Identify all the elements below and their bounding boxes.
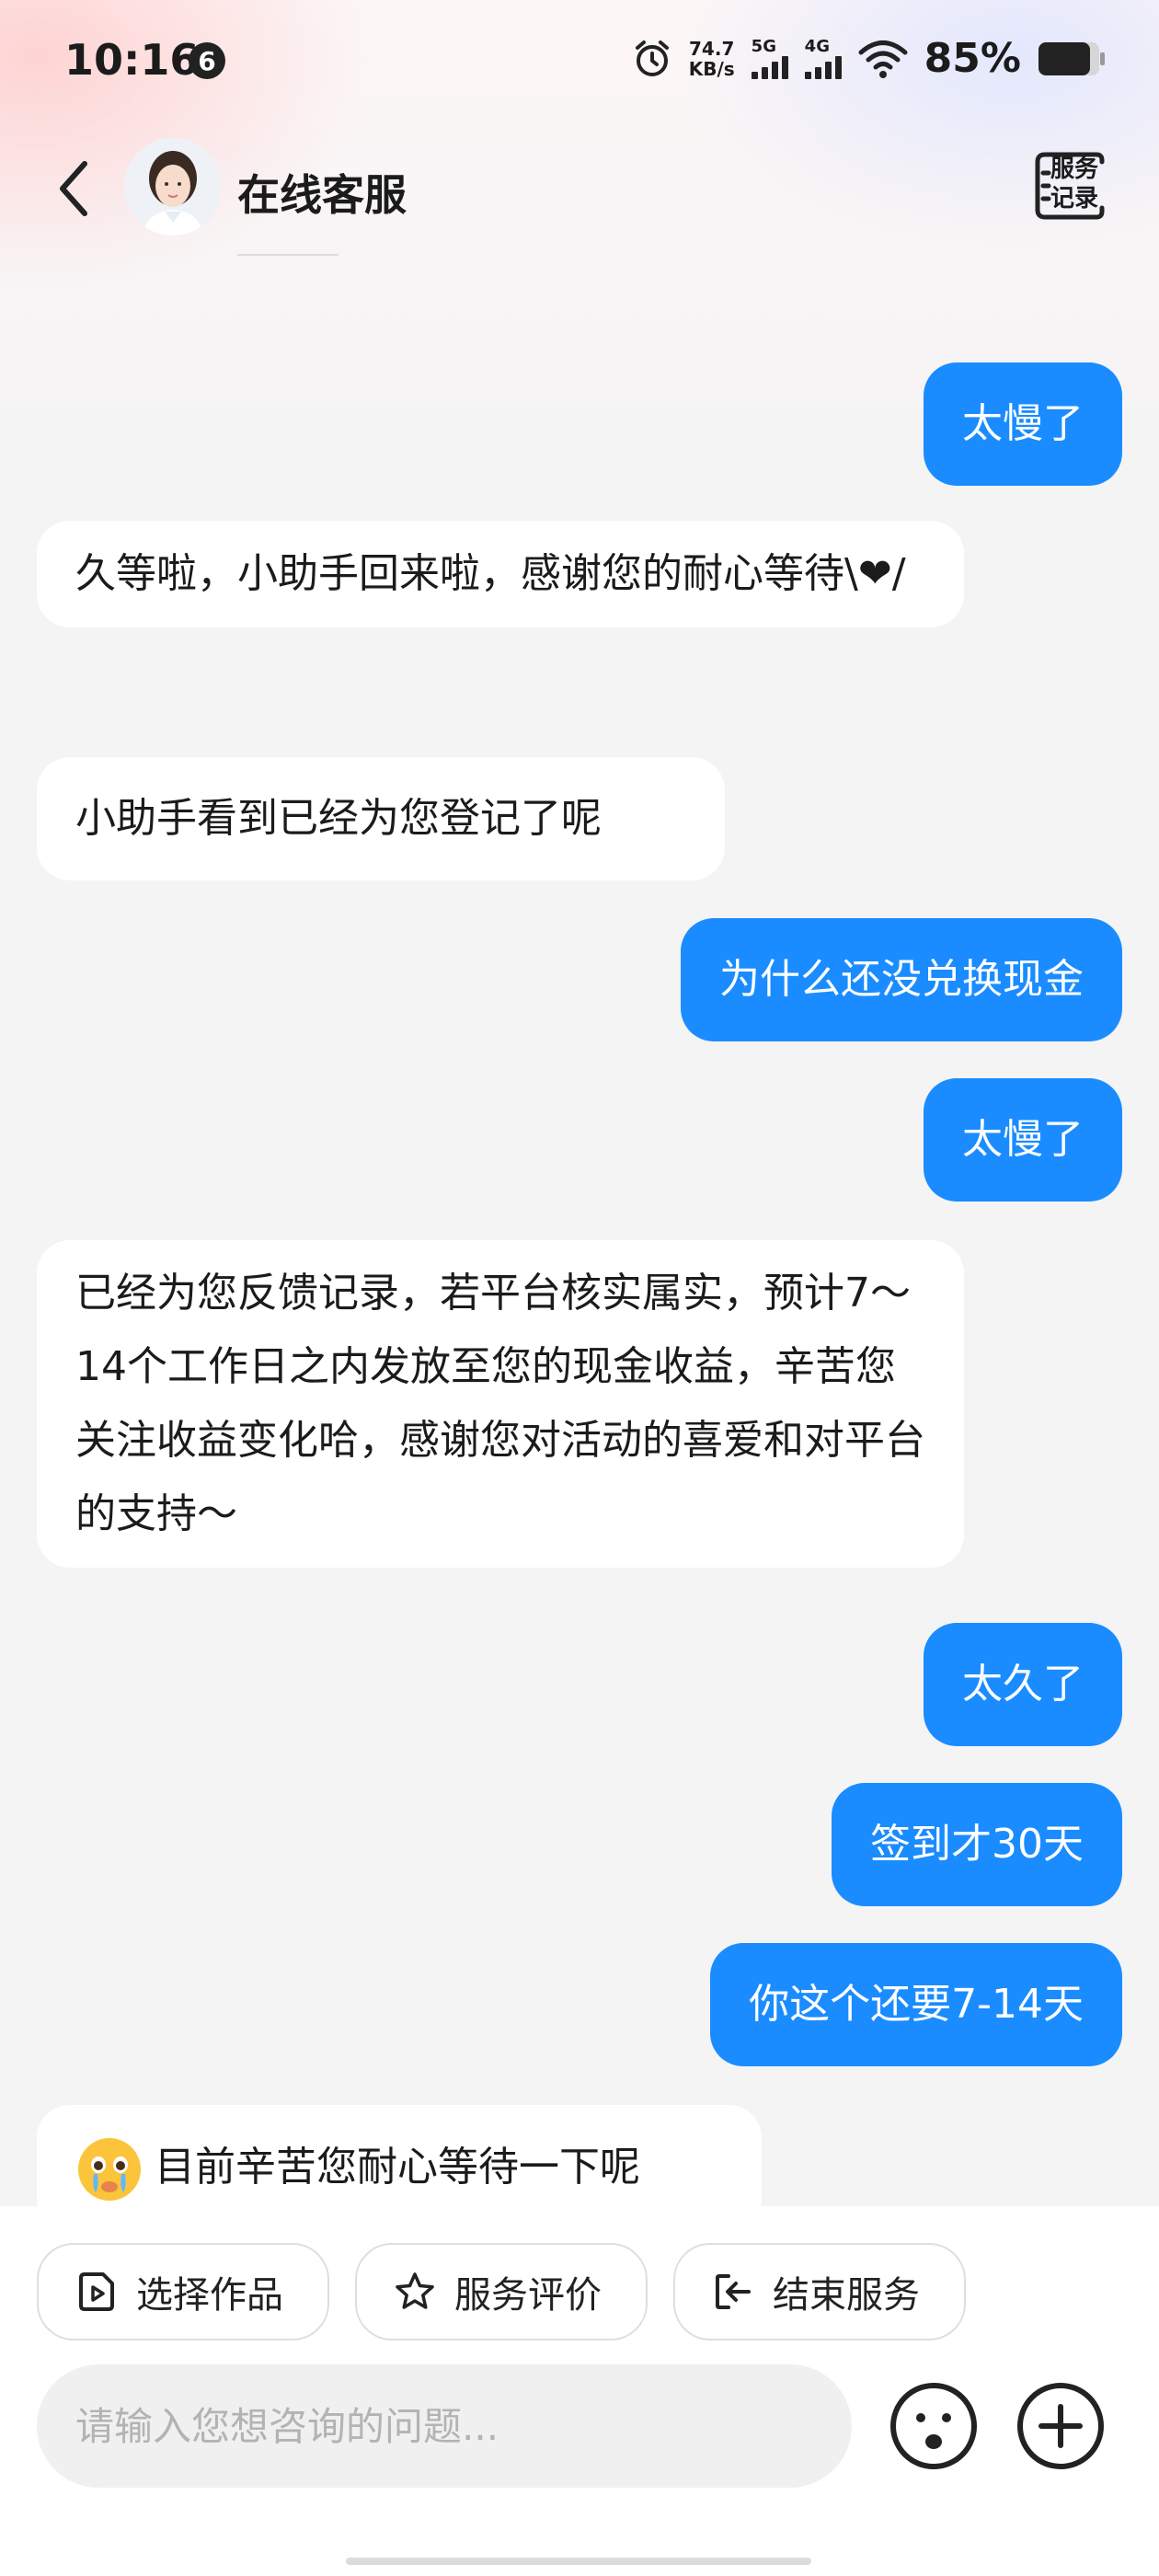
chat-header: 在线客服 服务记录 <box>0 138 1159 256</box>
incoming-message: 久等啦，小助手回来啦，感谢您的耐心等待\❤/ <box>37 521 964 627</box>
network-speed: 74.7 KB/s <box>689 39 735 79</box>
outgoing-message: 太久了 <box>924 1623 1122 1746</box>
wifi-icon <box>858 40 908 78</box>
back-arrow-icon[interactable] <box>53 158 96 219</box>
exit-icon <box>716 2274 751 2309</box>
signal-bars-icon <box>804 55 842 79</box>
incoming-message: 已经为您反馈记录，若平台核实属实，预计7～14个工作日之内发放至您的现金收益，辛… <box>37 1240 964 1568</box>
battery-icon <box>1039 41 1105 75</box>
incoming-message: 小助手看到已经为您登记了呢 <box>37 757 725 880</box>
net-speed-unit: KB/s <box>688 57 735 80</box>
outgoing-message: 你这个还要7-14天 <box>710 1943 1122 2066</box>
pleading-face-emoji-icon <box>78 2138 141 2201</box>
signal-4g: 4G <box>804 36 842 79</box>
notification-count-badge: 6 <box>189 42 225 79</box>
home-indicator[interactable] <box>346 2558 811 2565</box>
status-bar: 10:16 6 74.7 KB/s 5G 4G 85% <box>0 0 1159 120</box>
rate-service-label: 服务评价 <box>454 2274 602 2317</box>
service-record-label: 服务记录 <box>1050 155 1099 213</box>
agent-avatar <box>124 138 222 236</box>
end-service-button[interactable]: 结束服务 <box>673 2243 966 2340</box>
outgoing-message: 太慢了 <box>924 1078 1122 1202</box>
signal-5g: 5G <box>751 36 788 79</box>
outgoing-message: 太慢了 <box>924 362 1122 486</box>
select-work-button[interactable]: 选择作品 <box>37 2243 329 2340</box>
signal-4g-label: 4G <box>804 36 830 56</box>
emoji-icon[interactable] <box>889 2381 979 2471</box>
battery-percent: 85% <box>924 35 1021 82</box>
star-icon <box>396 2272 434 2309</box>
signal-bars-icon <box>751 55 788 79</box>
bottom-toolbar: 选择作品 服务评价 结束服务 <box>0 2206 1159 2576</box>
outgoing-message: 签到才30天 <box>832 1783 1122 1906</box>
status-time: 10:16 <box>64 35 200 85</box>
message-input[interactable] <box>37 2364 852 2488</box>
signal-5g-label: 5G <box>751 36 776 56</box>
title-divider <box>237 254 339 256</box>
page-title: 在线客服 <box>237 170 407 220</box>
status-right-group: 74.7 KB/s 5G 4G 85% <box>632 35 1106 82</box>
incoming-message-text: 目前辛苦您耐心等待一下呢 <box>155 2144 640 2191</box>
rate-service-button[interactable]: 服务评价 <box>355 2243 648 2340</box>
video-file-icon <box>79 2272 114 2311</box>
end-service-label: 结束服务 <box>773 2274 920 2317</box>
service-record-button[interactable]: 服务记录 <box>1032 149 1106 223</box>
net-speed-value: 74.7 <box>689 37 735 60</box>
plus-icon[interactable] <box>1016 2381 1106 2471</box>
alarm-icon <box>635 40 669 76</box>
outgoing-message: 为什么还没兑换现金 <box>681 918 1122 1041</box>
agent-avatar-image <box>124 138 222 236</box>
select-work-label: 选择作品 <box>136 2274 283 2317</box>
